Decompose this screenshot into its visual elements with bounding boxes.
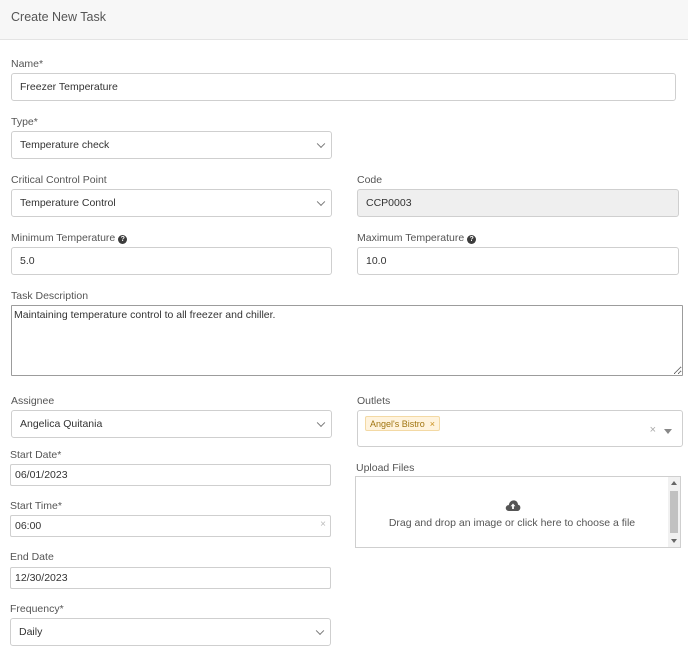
ccp-value: Temperature Control (20, 197, 116, 209)
code-value: CCP0003 (366, 197, 412, 209)
start-date-value: 06/01/2023 (15, 469, 68, 481)
scroll-up-arrow-icon[interactable] (671, 481, 677, 485)
assignee-label: Assignee (11, 395, 55, 407)
description-label: Task Description (11, 290, 89, 302)
type-select[interactable]: Temperature check (11, 131, 332, 159)
chevron-down-icon (316, 197, 326, 207)
frequency-select[interactable]: Daily (10, 618, 331, 646)
assignee-select[interactable]: Angelica Quitania (11, 410, 332, 438)
dropzone-message: Drag and drop an image or click here to … (388, 517, 636, 529)
outlet-tag: Angel's Bistro × (365, 416, 441, 431)
max-temp-value: 10.0 (366, 255, 387, 267)
modal-title: Create New Task (11, 10, 106, 24)
file-dropzone[interactable]: Drag and drop an image or click here to … (355, 476, 681, 548)
assignee-value: Angelica Quitania (20, 418, 103, 430)
code-label: Code (357, 174, 383, 186)
max-temp-input[interactable]: 10.0 (357, 247, 679, 275)
remove-tag-icon[interactable]: × (430, 419, 435, 429)
chevron-down-icon (315, 626, 325, 636)
description-textarea[interactable]: Maintaining temperature control to all f… (11, 305, 683, 376)
code-field: CCP0003 (357, 189, 679, 217)
dropdown-arrow-icon[interactable] (664, 429, 672, 434)
start-time-value: 06:00 (15, 520, 42, 532)
min-temp-label: Minimum Temperature? (11, 232, 128, 244)
end-date-input[interactable]: 12/30/2023 (10, 567, 331, 589)
outlets-multiselect[interactable]: Angel's Bistro × × (357, 410, 683, 447)
start-date-input[interactable]: 06/01/2023 (10, 464, 331, 486)
min-temp-label-text: Minimum Temperature (11, 232, 116, 244)
chevron-down-icon (316, 418, 326, 428)
type-label: Type* (11, 116, 38, 128)
min-temp-value: 5.0 (20, 255, 35, 267)
scrollbar[interactable] (668, 477, 680, 547)
type-value: Temperature check (20, 139, 110, 151)
name-value: Freezer Temperature (20, 81, 118, 93)
end-date-value: 12/30/2023 (15, 572, 68, 584)
cloud-upload-icon (505, 500, 521, 511)
min-temp-input[interactable]: 5.0 (11, 247, 332, 275)
modal-header: Create New Task (0, 0, 688, 40)
upload-label: Upload Files (356, 462, 415, 474)
ccp-label: Critical Control Point (11, 174, 107, 186)
start-time-input[interactable]: 06:00 × (10, 515, 331, 537)
outlet-tag-label: Angel's Bistro (370, 418, 425, 429)
max-temp-label: Maximum Temperature? (357, 232, 477, 244)
help-icon[interactable]: ? (467, 235, 477, 244)
name-label: Name* (11, 58, 44, 70)
start-date-label: Start Date* (10, 449, 62, 461)
start-time-label: Start Time* (10, 500, 62, 512)
help-icon[interactable]: ? (118, 235, 128, 244)
frequency-value: Daily (19, 626, 43, 638)
end-date-label: End Date (10, 551, 54, 563)
frequency-label: Frequency* (10, 603, 64, 615)
clear-time-icon[interactable]: × (320, 519, 326, 530)
name-input[interactable]: Freezer Temperature (11, 73, 676, 101)
max-temp-label-text: Maximum Temperature (357, 232, 465, 244)
scrollbar-thumb[interactable] (670, 491, 678, 533)
ccp-select[interactable]: Temperature Control (11, 189, 332, 217)
chevron-down-icon (316, 139, 326, 149)
clear-icon[interactable]: × (650, 424, 656, 436)
outlets-label: Outlets (357, 395, 391, 407)
scroll-down-arrow-icon[interactable] (671, 539, 677, 543)
